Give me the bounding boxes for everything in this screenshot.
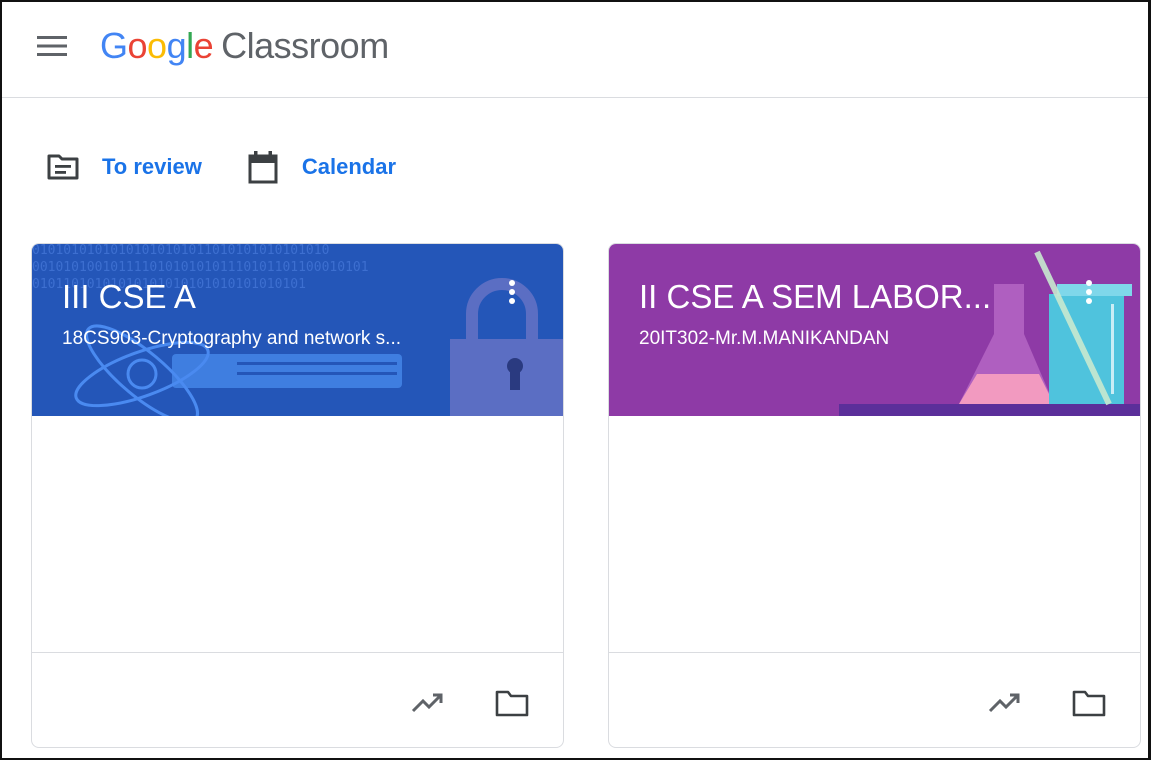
class-card[interactable]: II CSE A SEM LABOR... 20IT302-Mr.M.MANIK… — [608, 243, 1141, 748]
calendar-icon — [248, 151, 278, 184]
class-subtitle[interactable]: 20IT302-Mr.M.MANIKANDAN — [639, 328, 889, 350]
open-folder-button[interactable] — [1069, 683, 1109, 723]
to-review-label: To review — [102, 154, 202, 179]
calendar-link[interactable]: Calendar — [248, 150, 396, 184]
class-banner[interactable]: 01010101010101010101011010101010101010 0… — [32, 244, 563, 416]
main-menu-button[interactable] — [32, 26, 72, 66]
open-gradebook-button[interactable] — [985, 683, 1025, 723]
logo-letter: G — [100, 25, 128, 66]
class-card[interactable]: 01010101010101010101011010101010101010 0… — [31, 243, 564, 748]
to-review-link[interactable]: To review — [46, 153, 202, 181]
hamburger-menu-icon — [37, 36, 67, 56]
logo-letter: o — [127, 25, 148, 66]
class-options-button[interactable] — [498, 274, 526, 310]
quick-links: To review Calendar — [46, 150, 396, 184]
card-body — [32, 416, 563, 652]
class-banner[interactable]: II CSE A SEM LABOR... 20IT302-Mr.M.MANIK… — [609, 244, 1140, 416]
logo-letter: e — [193, 25, 214, 66]
binary-row: 01010101010101010101011010101010101010 — [32, 244, 329, 258]
binary-row: 0010101001011110101010101110101101100010… — [32, 260, 369, 275]
more-vert-icon — [1086, 280, 1092, 304]
card-footer — [609, 652, 1140, 747]
logo-letter: l — [186, 25, 194, 66]
logo-letter: g — [166, 25, 187, 66]
to-review-icon — [47, 154, 79, 180]
google-classroom-logo[interactable]: Google Classroom — [100, 24, 389, 68]
class-options-button[interactable] — [1075, 274, 1103, 310]
class-title[interactable]: III CSE A — [62, 278, 196, 316]
trending-icon — [411, 693, 443, 713]
card-body — [609, 416, 1140, 652]
open-folder-button[interactable] — [492, 683, 532, 723]
class-subtitle[interactable]: 18CS903-Cryptography and network s... — [62, 328, 401, 350]
trending-icon — [988, 693, 1020, 713]
more-vert-icon — [509, 280, 515, 304]
product-name: Classroom — [221, 25, 389, 66]
logo-letter: o — [147, 25, 167, 66]
calendar-label: Calendar — [301, 154, 397, 179]
folder-icon — [495, 690, 529, 717]
folder-icon — [1072, 690, 1106, 717]
class-title[interactable]: II CSE A SEM LABOR... — [639, 278, 991, 316]
card-footer — [32, 652, 563, 747]
open-gradebook-button[interactable] — [408, 683, 448, 723]
top-app-bar: Google Classroom — [2, 2, 1148, 98]
